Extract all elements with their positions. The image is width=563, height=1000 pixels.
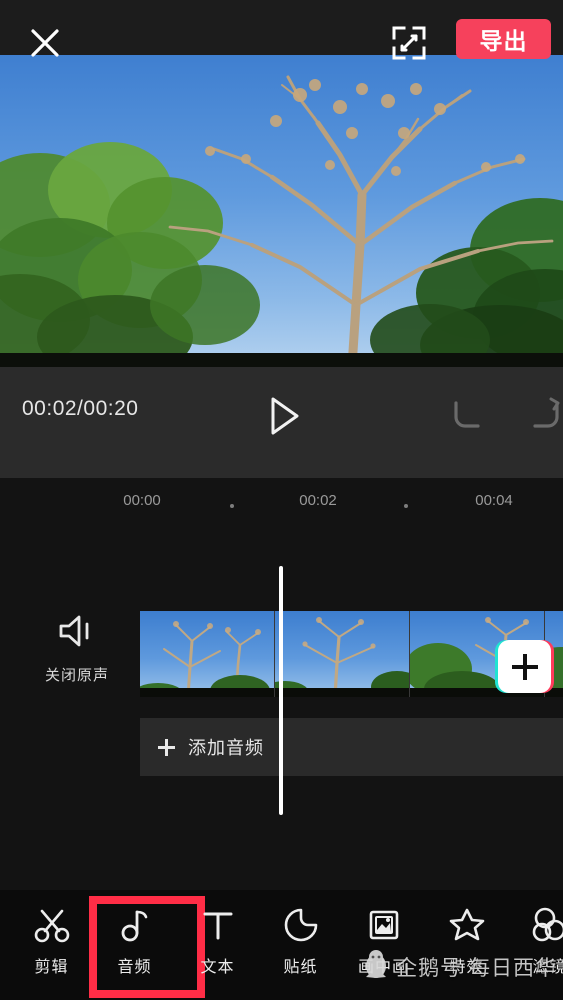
picture-in-picture-icon: [365, 904, 403, 946]
mute-original-audio-button[interactable]: 关闭原声: [22, 613, 132, 685]
sticker-icon: [282, 904, 320, 946]
tool-label: 贴纸: [283, 959, 318, 976]
fullscreen-icon[interactable]: [388, 22, 430, 64]
ruler-label: 00:00: [123, 492, 161, 509]
video-editor-app: 导出 00:02/00:20 00:00 00:02 00:04 关闭原声 添加…: [0, 0, 563, 1000]
ruler-dot: [404, 504, 408, 508]
undo-icon[interactable]: [448, 397, 488, 435]
tool-label: 剪辑: [34, 959, 69, 976]
plus-icon: [511, 653, 538, 680]
top-bar: 导出: [0, 0, 563, 60]
export-button[interactable]: 导出: [456, 19, 551, 59]
close-icon[interactable]: [24, 22, 66, 64]
tool-picture-in-picture[interactable]: 画中画: [342, 890, 425, 977]
timeline-panel[interactable]: 00:00 00:02 00:04 关闭原声 添加音频: [0, 478, 563, 890]
sparkle-star-icon: [448, 904, 486, 946]
video-thumbnail[interactable]: [140, 611, 275, 697]
tool-label: 音频: [117, 959, 152, 976]
add-audio-track-button[interactable]: 添加音频: [140, 718, 563, 776]
tool-label: 文本: [200, 959, 235, 976]
tool-filter[interactable]: 滤镜: [508, 890, 563, 977]
filter-rings-icon: [531, 904, 563, 946]
ground-strip: [0, 353, 563, 367]
video-thumbnail[interactable]: [275, 611, 410, 697]
ruler-dot: [230, 504, 234, 508]
ruler-label: 00:04: [475, 492, 513, 509]
tool-edit[interactable]: 剪辑: [10, 890, 93, 977]
timeline-ruler[interactable]: 00:00 00:02 00:04: [0, 478, 563, 523]
tool-audio[interactable]: 音频: [89, 890, 205, 998]
bottom-toolbar: 剪辑 音频 文本 贴纸 画中画 特效 滤镜: [0, 890, 563, 1000]
ruler-label: 00:02: [299, 492, 337, 509]
scissors-icon: [33, 904, 71, 946]
plus-icon: [158, 738, 175, 756]
mute-label: 关闭原声: [44, 667, 109, 684]
speaker-mute-icon: [56, 613, 98, 654]
timecode-display: 00:02/00:20: [22, 397, 139, 420]
tool-label: 画中画: [357, 959, 409, 976]
tree-artwork: [0, 75, 563, 367]
tool-label: 滤镜: [532, 959, 563, 976]
tool-text[interactable]: 文本: [176, 890, 259, 977]
add-clip-button[interactable]: [498, 640, 551, 693]
video-frame: [0, 55, 563, 367]
music-note-icon: [116, 904, 154, 946]
video-preview[interactable]: [0, 55, 563, 367]
redo-icon[interactable]: [525, 397, 563, 435]
playback-control-bar: 00:02/00:20: [0, 367, 563, 478]
play-icon[interactable]: [264, 394, 304, 438]
tool-effects[interactable]: 特效: [425, 890, 508, 977]
playhead[interactable]: [279, 566, 283, 815]
tool-sticker[interactable]: 贴纸: [259, 890, 342, 977]
add-audio-label: 添加音频: [188, 738, 264, 758]
text-t-icon: [199, 904, 237, 946]
tool-label: 特效: [449, 959, 484, 976]
